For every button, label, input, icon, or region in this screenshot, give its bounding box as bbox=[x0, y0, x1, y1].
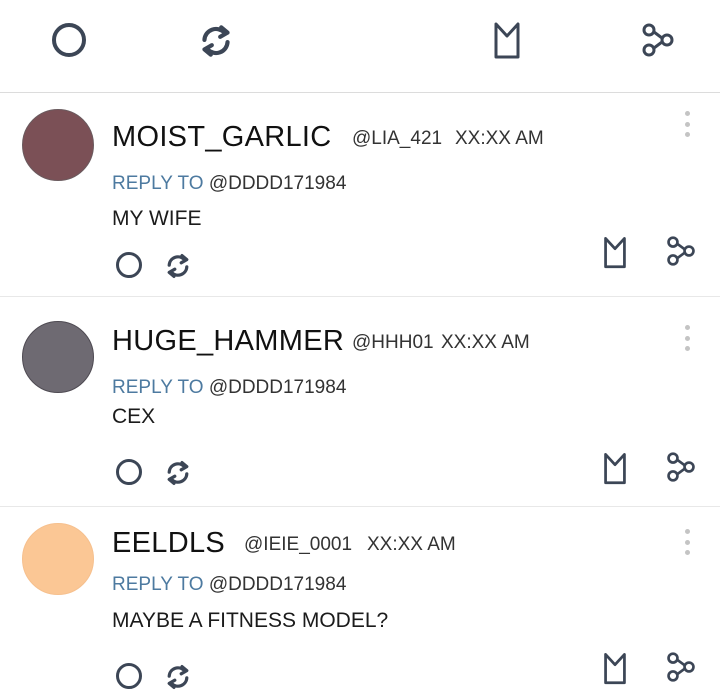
reply-label: REPLY TO bbox=[112, 173, 204, 194]
timestamp: XX:XX AM bbox=[455, 128, 544, 149]
bookmark-icon[interactable] bbox=[601, 651, 629, 687]
like-circle-icon[interactable] bbox=[114, 250, 144, 280]
avatar[interactable] bbox=[22, 109, 94, 181]
username[interactable]: HUGE_HAMMER bbox=[112, 325, 344, 358]
reply-target[interactable]: @DDDD171984 bbox=[209, 173, 347, 194]
repost-icon[interactable] bbox=[162, 250, 194, 282]
username[interactable]: EELDLS bbox=[112, 527, 225, 560]
share-icon[interactable] bbox=[640, 22, 676, 58]
post-card: MOIST_GARLIC @LIA_421 XX:XX AM REPLY TO … bbox=[0, 93, 720, 297]
user-handle[interactable]: @HHH01 bbox=[352, 332, 434, 354]
share-icon[interactable] bbox=[665, 235, 697, 267]
more-options-icon[interactable] bbox=[683, 325, 691, 351]
top-toolbar bbox=[0, 0, 720, 93]
user-handle[interactable]: @LIA_421 bbox=[352, 128, 442, 150]
reply-info: REPLY TO @DDDD171984 bbox=[112, 173, 346, 195]
avatar[interactable] bbox=[22, 523, 94, 595]
username[interactable]: MOIST_GARLIC bbox=[112, 121, 332, 154]
reply-label: REPLY TO bbox=[112, 377, 204, 398]
like-circle-icon[interactable] bbox=[114, 457, 144, 487]
repost-icon[interactable] bbox=[162, 661, 194, 693]
post-text: CEX bbox=[112, 405, 156, 428]
repost-icon[interactable] bbox=[162, 457, 194, 489]
more-options-icon[interactable] bbox=[683, 529, 691, 555]
repost-icon[interactable] bbox=[195, 20, 237, 62]
share-icon[interactable] bbox=[665, 451, 697, 483]
like-circle-icon[interactable] bbox=[114, 661, 144, 691]
post-card: HUGE_HAMMER @HHH01 XX:XX AM REPLY TO @DD… bbox=[0, 297, 720, 507]
reply-target[interactable]: @DDDD171984 bbox=[209, 377, 347, 398]
timestamp: XX:XX AM bbox=[367, 534, 456, 555]
bookmark-icon[interactable] bbox=[491, 20, 523, 62]
post-text: MAYBE A FITNESS MODEL? bbox=[112, 609, 389, 632]
timestamp: XX:XX AM bbox=[441, 332, 530, 353]
bookmark-icon[interactable] bbox=[601, 451, 629, 487]
reply-target[interactable]: @DDDD171984 bbox=[209, 574, 347, 595]
more-options-icon[interactable] bbox=[683, 111, 691, 137]
reply-info: REPLY TO @DDDD171984 bbox=[112, 574, 346, 596]
post-card: EELDLS @IEIE_0001 XX:XX AM REPLY TO @DDD… bbox=[0, 507, 720, 700]
avatar[interactable] bbox=[22, 321, 94, 393]
bookmark-icon[interactable] bbox=[601, 235, 629, 271]
user-handle[interactable]: @IEIE_0001 bbox=[244, 534, 352, 556]
reply-label: REPLY TO bbox=[112, 574, 204, 595]
reply-info: REPLY TO @DDDD171984 bbox=[112, 377, 346, 399]
like-circle-icon[interactable] bbox=[49, 20, 89, 60]
share-icon[interactable] bbox=[665, 651, 697, 683]
post-text: MY WIFE bbox=[112, 207, 202, 230]
